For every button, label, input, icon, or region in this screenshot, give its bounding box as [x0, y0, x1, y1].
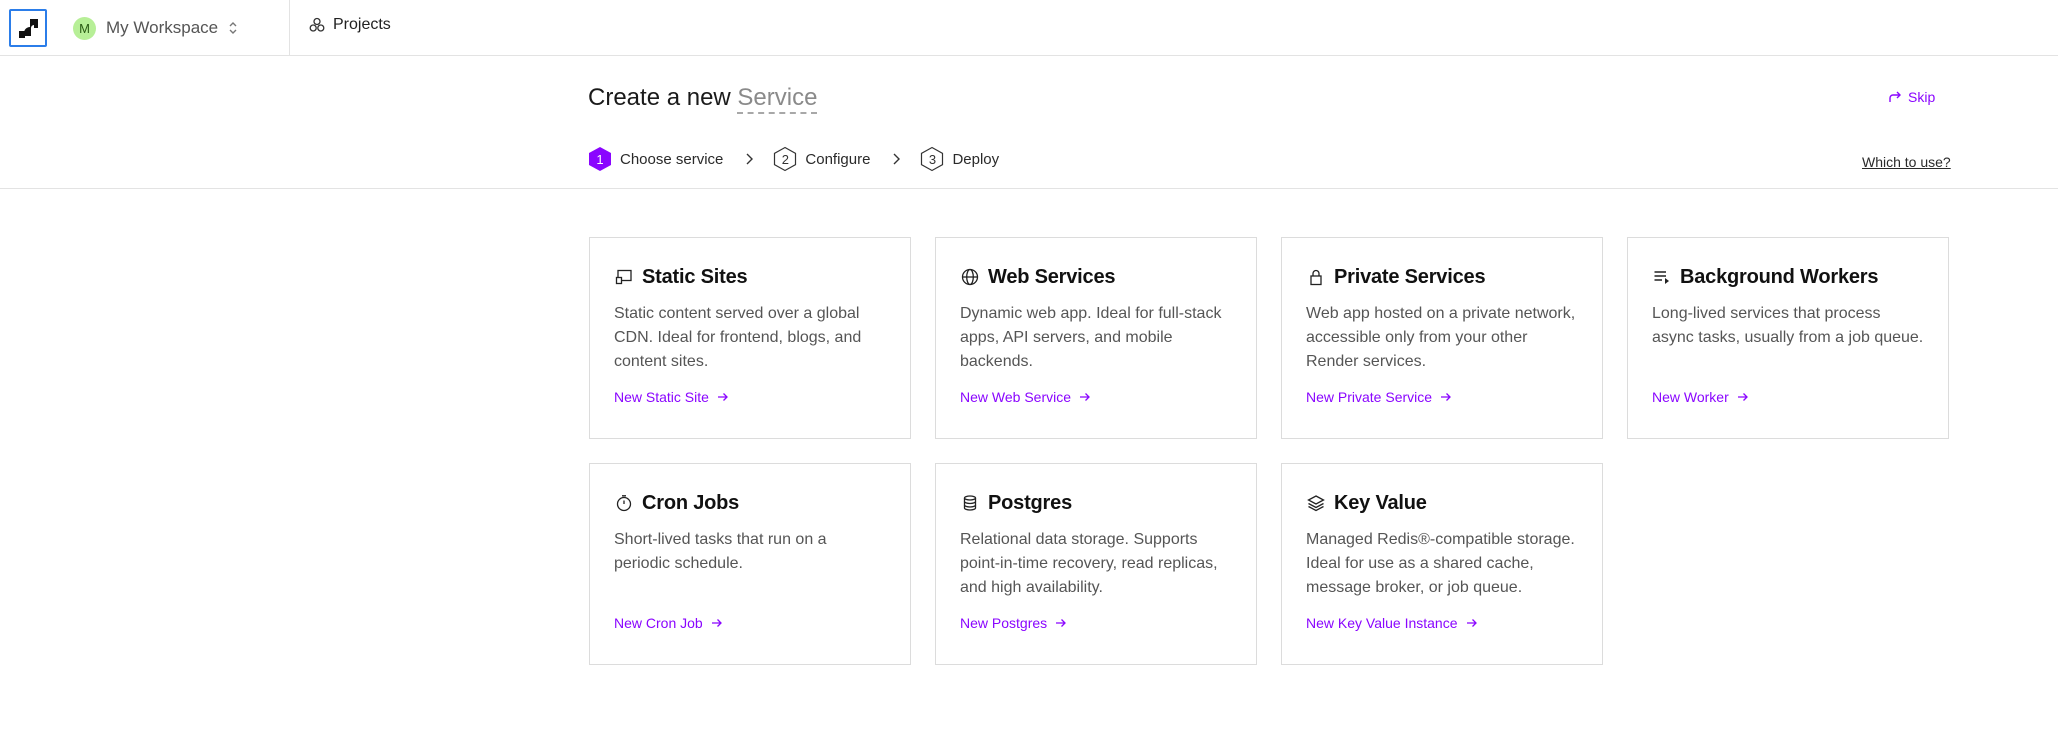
projects-link[interactable]: Projects [309, 16, 391, 34]
card-title: Postgres [988, 491, 1072, 514]
card-link-label: New Postgres [960, 615, 1048, 631]
service-card-web-services[interactable]: Web Services Dynamic web app. Ideal for … [935, 237, 1257, 439]
service-card-static-sites[interactable]: Static Sites Static content served over … [589, 237, 911, 439]
service-card-background-workers[interactable]: Background Workers Long-lived services t… [1627, 237, 1949, 439]
step-1-hexagon-icon: 1 [588, 146, 612, 172]
card-title: Cron Jobs [642, 491, 740, 514]
which-to-use-link[interactable]: Which to use? [1862, 154, 1951, 170]
step-1-number: 1 [596, 151, 604, 167]
projects-label: Projects [333, 16, 391, 33]
new-key-value-instance-link[interactable]: New Key Value Instance [1306, 615, 1478, 631]
arrow-right-icon [1056, 619, 1067, 627]
arrow-right-icon [1080, 393, 1090, 401]
page-title-prefix: Create a new [588, 84, 738, 111]
new-worker-link[interactable]: New Worker [1652, 389, 1749, 405]
new-private-service-link[interactable]: New Private Service [1306, 389, 1452, 405]
step-configure[interactable]: 2 Configure [773, 146, 870, 172]
card-link-label: New Key Value Instance [1306, 615, 1458, 631]
card-description: Static content served over a global CDN.… [614, 305, 862, 370]
card-link-label: New Web Service [960, 389, 1072, 405]
service-card-private-services[interactable]: Private Services Web app hosted on a pri… [1281, 237, 1603, 439]
database-icon [960, 493, 980, 513]
lock-icon [1306, 267, 1326, 287]
card-description: Long-lived services that process async t… [1652, 305, 1924, 346]
new-web-service-link[interactable]: New Web Service [960, 389, 1091, 405]
skip-button[interactable]: Skip [1888, 89, 1935, 105]
workspace-avatar: M [73, 16, 96, 40]
new-static-site-link[interactable]: New Static Site [614, 389, 729, 405]
card-title: Background Workers [1680, 265, 1879, 288]
chevron-right-icon [745, 153, 754, 165]
card-description: Web app hosted on a private network, acc… [1306, 305, 1576, 370]
card-link-label: New Private Service [1306, 389, 1433, 405]
top-bar: M My Workspace Projects [0, 0, 2058, 56]
redo-arrow-icon [1889, 91, 1901, 102]
card-link-label: New Static Site [614, 389, 709, 405]
card-title: Key Value [1334, 491, 1427, 514]
step-2-number: 2 [781, 151, 789, 167]
layers-icon [1306, 493, 1326, 513]
projects-icon [309, 17, 325, 32]
card-description: Relational data storage. Supports point-… [960, 531, 1218, 596]
globe-icon [960, 267, 980, 287]
chevron-updown-icon [229, 22, 237, 34]
service-card-cron-jobs[interactable]: Cron Jobs Short-lived tasks that run on … [589, 463, 911, 665]
card-description: Managed Redis®-compatible storage. Ideal… [1306, 531, 1575, 596]
step-1-label: Choose service [620, 150, 724, 168]
topbar-divider [289, 0, 290, 56]
card-title: Private Services [1334, 265, 1486, 288]
arrow-right-icon [1737, 393, 1748, 401]
stepper: 1 Choose service 2 Configure 3 Deploy [588, 146, 999, 172]
workspace-switcher[interactable]: M My Workspace [73, 14, 238, 42]
arrow-right-icon [1466, 619, 1477, 627]
timer-icon [614, 493, 634, 513]
card-description: Short-lived tasks that run on a periodic… [614, 531, 827, 572]
card-description: Dynamic web app. Ideal for full-stack ap… [960, 305, 1222, 370]
service-card-postgres[interactable]: Postgres Relational data storage. Suppor… [935, 463, 1257, 665]
step-3-label: Deploy [952, 150, 1000, 168]
queue-icon [1652, 267, 1672, 287]
step-3-hexagon-icon: 3 [920, 146, 944, 172]
step-3-number: 3 [928, 151, 937, 167]
render-logo-icon [19, 19, 38, 38]
card-link-label: New Worker [1652, 389, 1729, 405]
step-deploy[interactable]: 3 Deploy [920, 146, 999, 172]
skip-label: Skip [1908, 89, 1936, 105]
arrow-right-icon [1441, 393, 1451, 401]
page-header: Create a new Service Skip 1 Choose servi… [0, 56, 2058, 189]
new-postgres-link[interactable]: New Postgres [960, 615, 1067, 631]
step-2-hexagon-icon: 2 [773, 146, 797, 172]
workspace-name: My Workspace [106, 18, 219, 37]
card-title: Static Sites [642, 265, 748, 288]
card-link-label: New Cron Job [614, 615, 703, 631]
arrow-right-icon [711, 619, 722, 627]
page-title: Create a new Service [588, 84, 818, 114]
page-title-accent: Service [737, 84, 818, 114]
static-site-icon [614, 267, 634, 287]
arrow-right-icon [717, 393, 728, 401]
service-card-key-value[interactable]: Key Value Managed Redis®-compatible stor… [1281, 463, 1603, 665]
step-2-label: Configure [805, 150, 871, 168]
new-cron-job-link[interactable]: New Cron Job [614, 615, 723, 631]
chevron-right-icon [892, 153, 901, 165]
card-title: Web Services [988, 265, 1116, 288]
step-choose-service[interactable]: 1 Choose service [588, 146, 723, 172]
render-logo-button[interactable] [9, 9, 47, 47]
